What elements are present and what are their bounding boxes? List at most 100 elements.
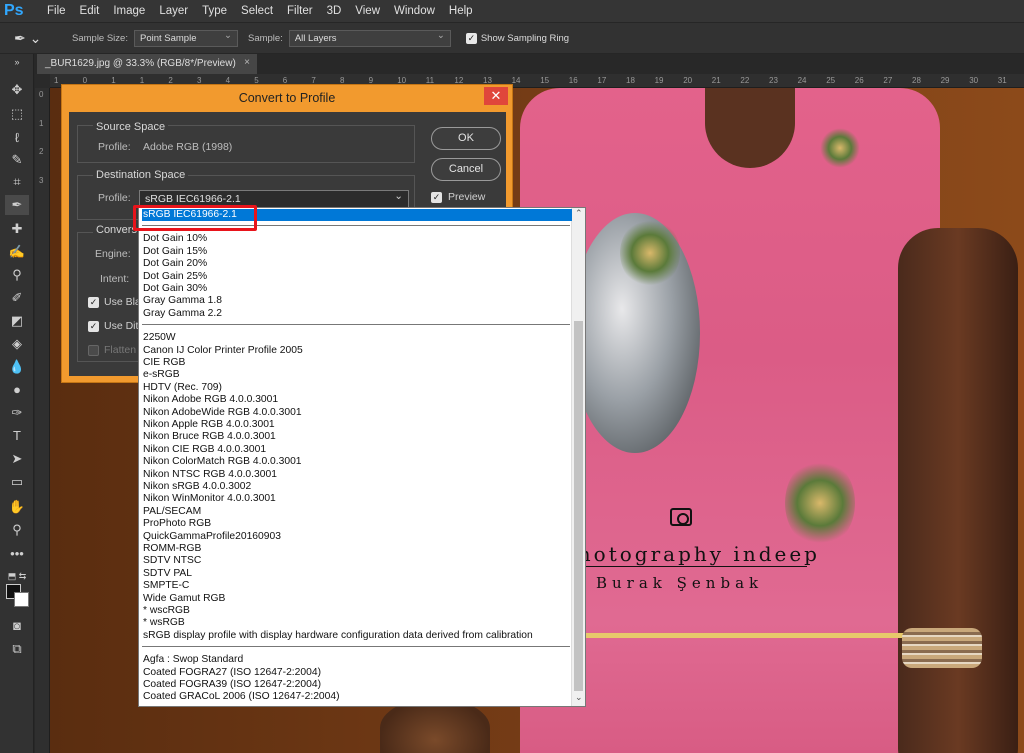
- close-tab-icon[interactable]: ×: [244, 57, 250, 68]
- dropdown-item[interactable]: 2250W: [142, 332, 572, 344]
- background-color-swatch[interactable]: [14, 592, 29, 607]
- ruler-tick-label: 20: [683, 76, 693, 85]
- use-dither-checkbox[interactable]: ✓: [88, 321, 99, 332]
- scrollbar-thumb[interactable]: [574, 321, 583, 691]
- dropdown-item[interactable]: Nikon Apple RGB 4.0.0.3001: [142, 419, 572, 431]
- dropdown-item[interactable]: Gray Gamma 2.2: [142, 308, 572, 320]
- dropdown-item[interactable]: Coated FOGRA39 (ISO 12647-2:2004): [142, 679, 572, 691]
- dropdown-item[interactable]: Dot Gain 15%: [142, 246, 572, 258]
- dropdown-item[interactable]: SDTV NTSC: [142, 555, 572, 567]
- paint-bucket-tool-icon[interactable]: ◈: [5, 334, 29, 354]
- menu-view[interactable]: View: [348, 5, 387, 17]
- eraser-tool-icon[interactable]: ◩: [5, 311, 29, 331]
- intent-label: Intent:: [100, 273, 130, 285]
- dropdown-item[interactable]: Dot Gain 20%: [142, 258, 572, 270]
- collapse-icon[interactable]: »: [5, 56, 29, 68]
- dropdown-scrollbar[interactable]: ⌃ ⌄: [571, 208, 585, 706]
- dropdown-item[interactable]: * wsRGB: [142, 617, 572, 629]
- close-icon[interactable]: ✕: [484, 87, 508, 105]
- menu-image[interactable]: Image: [106, 5, 152, 17]
- menu-type[interactable]: Type: [195, 5, 234, 17]
- dropdown-item[interactable]: Coated FOGRA27 (ISO 12647-2:2004): [142, 667, 572, 679]
- lasso-tool-icon[interactable]: ℓ: [5, 128, 29, 148]
- dropdown-item[interactable]: Nikon AdobeWide RGB 4.0.0.3001: [142, 407, 572, 419]
- dialog-title[interactable]: Convert to Profile: [62, 85, 512, 111]
- menu-select[interactable]: Select: [234, 5, 280, 17]
- dropdown-separator: [142, 324, 570, 326]
- scroll-up-icon[interactable]: ⌃: [575, 208, 583, 219]
- rectangle-tool-icon[interactable]: ▭: [5, 472, 29, 492]
- dropdown-item[interactable]: PAL/SECAM: [142, 506, 572, 518]
- quick-mask-icon[interactable]: ◙: [5, 616, 29, 636]
- dropdown-item[interactable]: Nikon WinMonitor 4.0.0.3001: [142, 493, 572, 505]
- ruler-origin[interactable]: [35, 74, 50, 88]
- sample-size-select[interactable]: Point Sample: [133, 29, 238, 47]
- dropdown-item[interactable]: Agfa : Swop Standard: [142, 654, 572, 666]
- dropdown-item[interactable]: Dot Gain 30%: [142, 283, 572, 295]
- blur-tool-icon[interactable]: 💧: [5, 357, 29, 377]
- dropdown-item[interactable]: Nikon Bruce RGB 4.0.0.3001: [142, 431, 572, 443]
- dropdown-item[interactable]: e-sRGB: [142, 369, 572, 381]
- dropdown-item[interactable]: ProPhoto RGB: [142, 518, 572, 530]
- dropdown-item[interactable]: Nikon sRGB 4.0.0.3002: [142, 481, 572, 493]
- vertical-ruler[interactable]: 0 1 2 3: [35, 88, 50, 753]
- dropdown-item[interactable]: Canon IJ Color Printer Profile 2005: [142, 345, 572, 357]
- healing-brush-tool-icon[interactable]: ✚: [5, 219, 29, 239]
- dropdown-item[interactable]: QuickGammaProfile20160903: [142, 531, 572, 543]
- pen-tool-icon[interactable]: ✑: [5, 403, 29, 423]
- dropdown-item[interactable]: Nikon CIE RGB 4.0.0.3001: [142, 444, 572, 456]
- dropdown-item[interactable]: Dot Gain 10%: [142, 233, 572, 245]
- tools-panel: » ✥ ⬚ ℓ ✎ ⌗ ✒ ✚ ✍ ⚲ ✐ ◩ ◈ 💧 ● ✑ T ➤ ▭ ✋ …: [0, 54, 34, 753]
- menu-3d[interactable]: 3D: [320, 5, 349, 17]
- clone-stamp-tool-icon[interactable]: ⚲: [5, 265, 29, 285]
- move-tool-icon[interactable]: ✥: [5, 80, 29, 100]
- default-colors-icon[interactable]: ⬒ ⇆: [5, 566, 29, 586]
- dropdown-item[interactable]: Wide Gamut RGB: [142, 593, 572, 605]
- dropdown-item[interactable]: Nikon NTSC RGB 4.0.0.3001: [142, 469, 572, 481]
- dodge-tool-icon[interactable]: ●: [5, 380, 29, 400]
- menu-window[interactable]: Window: [387, 5, 442, 17]
- zoom-tool-icon[interactable]: ⚲: [5, 520, 29, 540]
- menu-edit[interactable]: Edit: [73, 5, 107, 17]
- show-sampling-ring-checkbox[interactable]: ✓: [465, 32, 477, 44]
- ruler-tick-label: 18: [626, 76, 635, 85]
- dropdown-item[interactable]: * wscRGB: [142, 605, 572, 617]
- document-tab[interactable]: _BUR1629.jpg @ 33.3% (RGB/8*/Preview) ×: [37, 54, 257, 74]
- dropdown-item[interactable]: sRGB display profile with display hardwa…: [142, 630, 572, 642]
- use-black-point-checkbox[interactable]: ✓: [88, 297, 99, 308]
- dropdown-item[interactable]: HDTV (Rec. 709): [142, 382, 572, 394]
- path-selection-tool-icon[interactable]: ➤: [5, 449, 29, 469]
- sample-select[interactable]: All Layers: [288, 29, 451, 47]
- flatten-checkbox[interactable]: [88, 345, 99, 356]
- crop-tool-icon[interactable]: ⌗: [5, 172, 29, 192]
- more-tools-icon[interactable]: •••: [5, 544, 29, 564]
- eyedropper-preset-icon[interactable]: ✒ ⌄: [14, 26, 52, 50]
- menu-layer[interactable]: Layer: [152, 5, 195, 17]
- eyedropper-tool-icon[interactable]: ✒: [5, 195, 29, 215]
- cancel-button[interactable]: Cancel: [431, 158, 501, 181]
- sample-size-value: Point Sample: [139, 32, 197, 44]
- dropdown-item[interactable]: SMPTE-C: [142, 580, 572, 592]
- menu-help[interactable]: Help: [442, 5, 480, 17]
- screen-mode-icon[interactable]: ⧉: [5, 639, 29, 659]
- scroll-down-icon[interactable]: ⌄: [575, 692, 583, 703]
- dropdown-item[interactable]: SDTV PAL: [142, 568, 572, 580]
- brush-tool-icon[interactable]: ✍: [5, 242, 29, 262]
- preview-checkbox[interactable]: ✓: [431, 192, 442, 203]
- history-brush-tool-icon[interactable]: ✐: [5, 288, 29, 308]
- dropdown-item[interactable]: Gray Gamma 1.8: [142, 295, 572, 307]
- dropdown-item[interactable]: Nikon ColorMatch RGB 4.0.0.3001: [142, 456, 572, 468]
- ok-button[interactable]: OK: [431, 127, 501, 150]
- type-tool-icon[interactable]: T: [5, 426, 29, 446]
- dropdown-item[interactable]: Coated GRACoL 2006 (ISO 12647-2:2004): [142, 691, 572, 703]
- menu-filter[interactable]: Filter: [280, 5, 320, 17]
- dropdown-item[interactable]: CIE RGB: [142, 357, 572, 369]
- hand-tool-icon[interactable]: ✋: [5, 497, 29, 517]
- marquee-tool-icon[interactable]: ⬚: [5, 104, 29, 124]
- dropdown-item[interactable]: Nikon Adobe RGB 4.0.0.3001: [142, 394, 572, 406]
- dropdown-item[interactable]: Dot Gain 25%: [142, 271, 572, 283]
- embroidery: [820, 128, 860, 168]
- menu-file[interactable]: File: [40, 5, 73, 17]
- quick-select-tool-icon[interactable]: ✎: [5, 150, 29, 170]
- dropdown-item[interactable]: ROMM-RGB: [142, 543, 572, 555]
